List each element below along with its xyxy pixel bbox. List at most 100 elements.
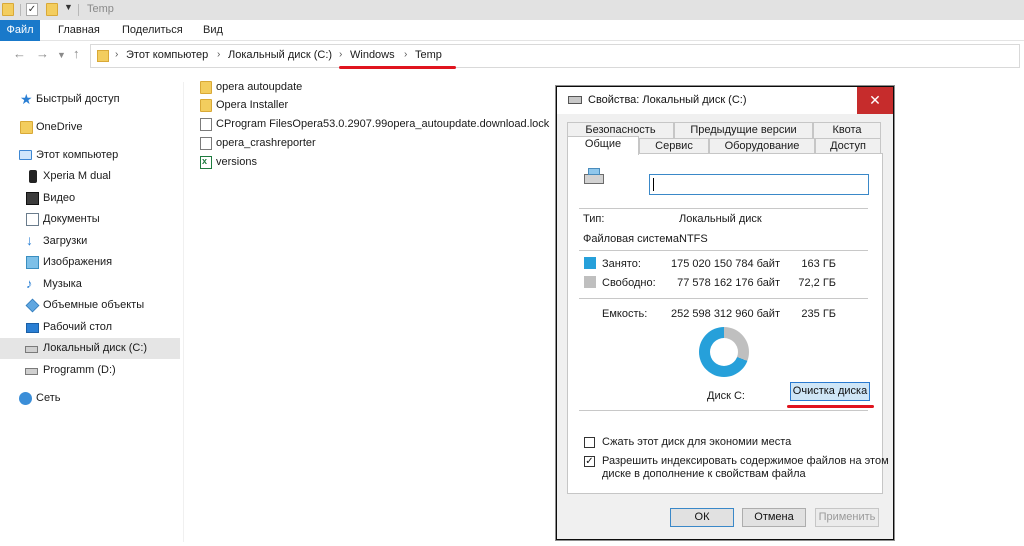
apply-button[interactable]: Применить — [815, 508, 879, 527]
nav-item-label: Загрузки — [43, 235, 88, 247]
nav-item-pictures[interactable]: Изображения — [0, 252, 180, 273]
drive-icon — [584, 168, 604, 184]
nav-item-downloads[interactable]: ↓ Загрузки — [0, 231, 180, 252]
folder-icon — [20, 121, 33, 134]
disk-label: Диск C: — [707, 390, 745, 402]
capacity-bytes: 252 598 312 960 байт — [671, 308, 780, 320]
cancel-button[interactable]: Отмена — [742, 508, 806, 527]
separator — [579, 298, 868, 299]
file-name: Opera Installer — [216, 99, 289, 111]
phone-icon — [29, 170, 37, 183]
free-bytes: 77 578 162 176 байт — [677, 277, 780, 289]
excel-file-icon — [200, 156, 212, 169]
tab-general[interactable]: Общие — [567, 136, 639, 155]
breadcrumb-windows[interactable]: Windows — [350, 49, 395, 61]
nav-item-label: Музыка — [43, 278, 82, 290]
nav-item-documents[interactable]: Документы — [0, 209, 180, 230]
allow-indexing-label-line1: Разрешить индексировать содержимое файло… — [602, 455, 889, 467]
used-bytes: 175 020 150 784 байт — [671, 258, 780, 270]
nav-item-this-pc[interactable]: Этот компьютер — [0, 145, 180, 166]
folder-icon — [97, 50, 109, 62]
nav-item-label: OneDrive — [36, 121, 83, 133]
tab-previous-versions[interactable]: Предыдущие версии — [674, 122, 813, 139]
capacity-gb: 235 ГБ — [801, 308, 836, 320]
allow-indexing-checkbox[interactable]: ✓ — [584, 456, 595, 467]
free-space-swatch — [584, 276, 596, 288]
download-icon: ↓ — [26, 232, 33, 248]
new-folder-quick-icon[interactable] — [46, 3, 58, 16]
filesystem-label: Файловая система: — [583, 233, 683, 245]
tab-file[interactable]: Файл — [0, 20, 40, 41]
chevron-right-icon[interactable]: › — [339, 49, 342, 60]
documents-icon — [26, 213, 39, 226]
nav-item-music[interactable]: ♪ Музыка — [0, 274, 180, 295]
volume-label-input[interactable] — [649, 174, 869, 195]
nav-item-label: Объемные объекты — [43, 299, 145, 311]
music-icon: ♪ — [26, 276, 33, 291]
type-label: Тип: — [583, 213, 605, 225]
network-icon — [19, 392, 32, 405]
recent-locations-chevron-icon[interactable]: ▼ — [57, 50, 66, 60]
file-name: CProgram FilesOpera53.0.2907.99opera_aut… — [216, 118, 550, 130]
nav-item-videos[interactable]: Видео — [0, 188, 180, 209]
dialog-title: Свойства: Локальный диск (C:) — [588, 94, 747, 106]
nav-item-local-disk-c[interactable]: Локальный диск (C:) — [0, 338, 180, 359]
folder-icon — [200, 99, 212, 112]
separator — [579, 250, 868, 251]
allow-indexing-label-line2: диске в дополнение к свойствам файла — [602, 468, 806, 480]
nav-item-onedrive[interactable]: OneDrive — [0, 117, 180, 138]
ribbon-tabs: Файл Главная Поделиться Вид — [0, 20, 1024, 41]
used-space-swatch — [584, 257, 596, 269]
toolbar-divider — [20, 4, 21, 16]
pictures-icon — [26, 256, 39, 269]
ok-button[interactable]: ОК — [670, 508, 734, 527]
nav-item-desktop[interactable]: Рабочий стол — [0, 317, 180, 338]
window-titlebar: ✓ ▼ Temp — [0, 0, 1024, 20]
separator — [579, 208, 868, 209]
close-button[interactable]: ✕ — [857, 87, 893, 114]
drive-icon — [25, 368, 38, 375]
nav-item-network[interactable]: Сеть — [0, 388, 180, 409]
disk-cleanup-button[interactable]: Очистка диска — [790, 382, 870, 401]
separator — [579, 410, 868, 411]
breadcrumb-temp[interactable]: Temp — [415, 49, 442, 61]
general-tab-panel: Тип: Локальный диск Файловая система: NT… — [567, 153, 889, 494]
properties-dialog: Свойства: Локальный диск (C:) ✕ Безопасн… — [556, 86, 894, 540]
breadcrumb-local-disk[interactable]: Локальный диск (C:) — [228, 49, 332, 61]
tab-share[interactable]: Поделиться — [122, 20, 183, 41]
chevron-right-icon[interactable]: › — [217, 49, 220, 60]
forward-arrow-icon[interactable]: → — [36, 46, 49, 61]
tab-view[interactable]: Вид — [203, 20, 223, 41]
address-bar[interactable]: › Этот компьютер › Локальный диск (C:) ›… — [90, 44, 1020, 68]
used-gb: 163 ГБ — [801, 258, 836, 270]
computer-icon — [19, 150, 32, 160]
chevron-right-icon[interactable]: › — [115, 49, 118, 60]
3d-objects-icon — [25, 298, 40, 313]
up-arrow-icon[interactable]: ↑ — [73, 46, 80, 61]
tab-home[interactable]: Главная — [58, 20, 100, 41]
nav-item-programm-d[interactable]: Programm (D:) — [0, 360, 180, 381]
file-name: versions — [216, 156, 257, 168]
nav-item-label: Xperia M dual — [43, 170, 111, 182]
type-value: Локальный диск — [679, 213, 762, 225]
nav-item-label: Изображения — [43, 256, 113, 268]
tab-quota[interactable]: Квота — [813, 122, 881, 139]
nav-item-label: Документы — [43, 213, 100, 225]
chevron-right-icon[interactable]: › — [404, 49, 407, 60]
drive-icon — [25, 346, 38, 353]
disk-usage-donut — [699, 327, 749, 377]
customize-toolbar-icon[interactable]: ▼ — [64, 2, 73, 12]
free-gb: 72,2 ГБ — [798, 277, 836, 289]
compress-drive-checkbox[interactable] — [584, 437, 595, 448]
desktop-icon — [26, 323, 39, 333]
dialog-titlebar[interactable]: Свойства: Локальный диск (C:) ✕ — [557, 87, 893, 114]
properties-quick-icon[interactable]: ✓ — [26, 3, 38, 16]
nav-item-xperia[interactable]: Xperia M dual — [0, 166, 180, 187]
nav-item-3d-objects[interactable]: Объемные объекты — [0, 295, 180, 316]
breadcrumb-this-pc[interactable]: Этот компьютер — [126, 49, 208, 61]
back-arrow-icon[interactable]: ← — [13, 46, 26, 61]
drive-icon — [568, 96, 582, 104]
nav-item-quick-access[interactable]: ★ Быстрый доступ — [0, 89, 180, 110]
nav-item-label: Сеть — [36, 392, 61, 404]
file-name: opera_crashreporter — [216, 137, 316, 149]
